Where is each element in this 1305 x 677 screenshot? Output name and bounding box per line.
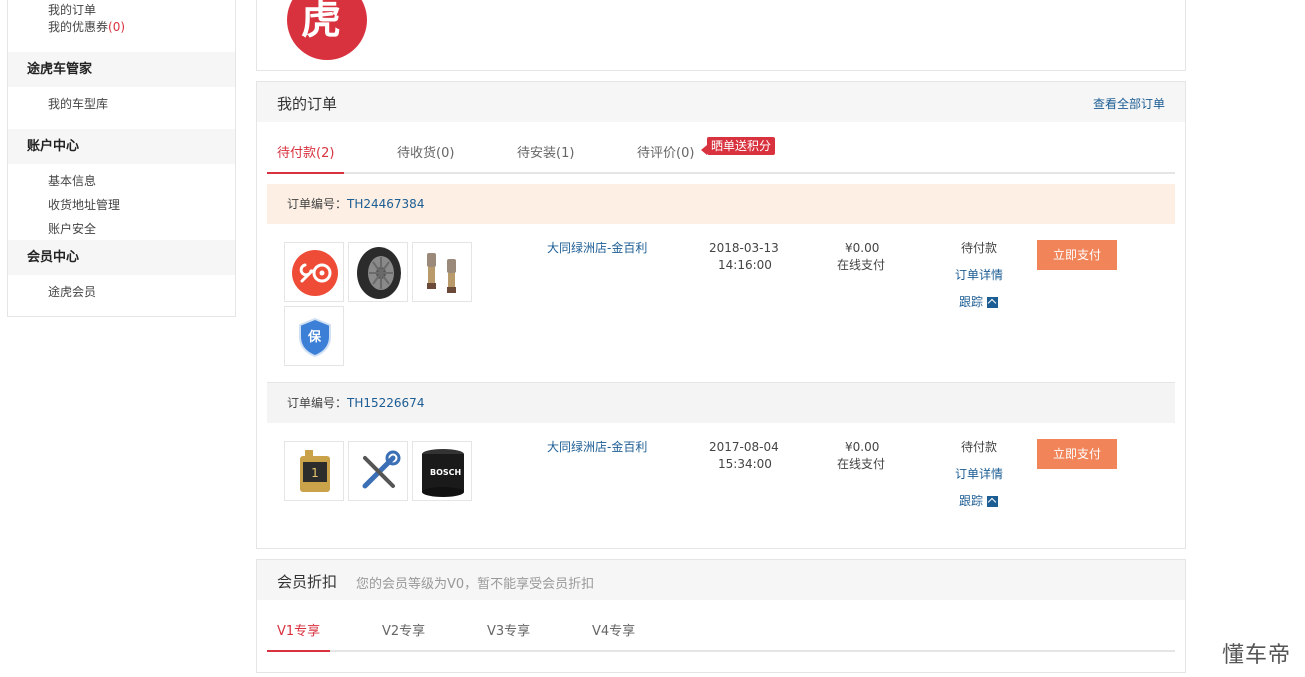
order-no-label: 订单编号：: [287, 197, 348, 211]
coupons-label: 我的优惠券: [48, 20, 109, 34]
order-number[interactable]: TH24467384: [347, 197, 424, 211]
orders-panel: 我的订单 查看全部订单 待付款(2) 待收货(0) 待安装(1) 待评价(0) …: [256, 81, 1186, 549]
sidebar-item-my-orders[interactable]: 我的订单: [48, 1, 96, 18]
chevron-up-icon: [987, 496, 999, 507]
order-detail-link[interactable]: 订单详情: [955, 267, 1003, 284]
section-car-manager: 途虎车管家: [8, 52, 235, 87]
order-time: 14:16:00: [718, 258, 772, 272]
pay-method: 在线支付: [837, 258, 886, 272]
sidebar: 我的订单 我的优惠券(0) 途虎车管家 我的车型库 账户中心 基本信息 收货地址…: [7, 0, 236, 317]
review-points-badge: 晒单送积分: [700, 137, 776, 155]
track-link[interactable]: 跟踪: [959, 493, 999, 510]
order-price: ¥0.00: [845, 440, 880, 454]
sidebar-item-my-coupons[interactable]: 我的优惠券(0): [48, 18, 125, 35]
order-detail-link[interactable]: 订单详情: [955, 466, 1003, 483]
insurance-icon[interactable]: 保: [284, 306, 344, 366]
insurance-label: 保: [308, 330, 322, 345]
tab-v1[interactable]: V1专享: [267, 620, 331, 652]
filter-brand: BOSCH: [430, 468, 462, 477]
orders-title: 我的订单: [277, 95, 338, 113]
view-all-orders-link[interactable]: 查看全部订单: [1093, 95, 1165, 112]
section-member-center: 会员中心: [8, 240, 235, 275]
order-status: 待付款: [961, 241, 998, 255]
tab-v3[interactable]: V3专享: [487, 620, 530, 652]
order-tabs: 待付款(2) 待收货(0) 待安装(1) 待评价(0) 晒单送积分: [267, 122, 1175, 174]
sidebar-item-basic-info[interactable]: 基本信息: [48, 172, 96, 189]
member-discount-title: 会员折扣: [277, 573, 338, 591]
order-header: 订单编号：TH15226674: [267, 383, 1175, 423]
track-link[interactable]: 跟踪: [959, 294, 999, 311]
member-tabs: V1专享 V2专享 V3专享 V4专享: [267, 600, 1175, 652]
tools-icon[interactable]: [348, 441, 408, 501]
sidebar-item-security[interactable]: 账户安全: [48, 220, 96, 237]
tab-pending-receipt[interactable]: 待收货(0): [397, 142, 454, 174]
order-time: 15:34:00: [718, 457, 772, 471]
order-price: ¥0.00: [845, 241, 880, 255]
order-number[interactable]: TH15226674: [347, 396, 424, 410]
tab-pending-payment[interactable]: 待付款(2): [267, 142, 345, 174]
sidebar-item-tuhu-member[interactable]: 途虎会员: [48, 283, 96, 300]
section-account-center: 账户中心: [8, 129, 235, 164]
shop-link[interactable]: 大同绿洲店-金百利: [547, 240, 647, 257]
member-discount-panel: 会员折扣 您的会员等级为V0，暂不能享受会员折扣 V1专享 V2专享 V3专享 …: [256, 559, 1186, 673]
chevron-up-icon: [987, 297, 999, 308]
profile-box: 虎: [256, 0, 1186, 71]
motor-oil-icon[interactable]: 1: [284, 441, 344, 501]
orders-panel-header: 我的订单 查看全部订单: [257, 82, 1185, 122]
avatar: 虎: [287, 0, 367, 60]
shop-link[interactable]: 大同绿洲店-金百利: [547, 439, 647, 456]
tab-v2[interactable]: V2专享: [382, 620, 425, 652]
watermark: 懂车帝: [1221, 643, 1291, 668]
sidebar-item-address[interactable]: 收货地址管理: [48, 196, 120, 213]
track-label: 跟踪: [959, 494, 984, 508]
track-label: 跟踪: [959, 295, 984, 309]
member-level-note: 您的会员等级为V0，暂不能享受会员折扣: [356, 577, 595, 592]
valve-icon[interactable]: [412, 242, 472, 302]
order-status: 待付款: [961, 440, 998, 454]
pay-now-button[interactable]: 立即支付: [1037, 240, 1117, 270]
tab-pending-review[interactable]: 待评价(0): [637, 142, 694, 174]
tab-pending-install[interactable]: 待安装(1): [517, 142, 574, 174]
oil-filter-icon[interactable]: BOSCH: [412, 441, 472, 501]
pay-method: 在线支付: [837, 457, 886, 471]
order-header: 订单编号：TH24467384: [267, 184, 1175, 224]
member-panel-header: 会员折扣 您的会员等级为V0，暂不能享受会员折扣: [257, 560, 1185, 600]
service-icon[interactable]: [284, 242, 344, 302]
svg-text:1: 1: [311, 466, 319, 480]
order-date: 2018-03-13: [709, 241, 779, 255]
avatar-char: 虎: [301, 0, 341, 43]
pay-now-button[interactable]: 立即支付: [1037, 439, 1117, 469]
sidebar-item-my-garage[interactable]: 我的车型库: [48, 95, 108, 112]
tire-icon[interactable]: [348, 242, 408, 302]
order-date: 2017-08-04: [709, 440, 779, 454]
tab-v4[interactable]: V4专享: [592, 620, 635, 652]
coupon-count: (0): [108, 20, 126, 34]
order-no-label: 订单编号：: [287, 396, 348, 410]
